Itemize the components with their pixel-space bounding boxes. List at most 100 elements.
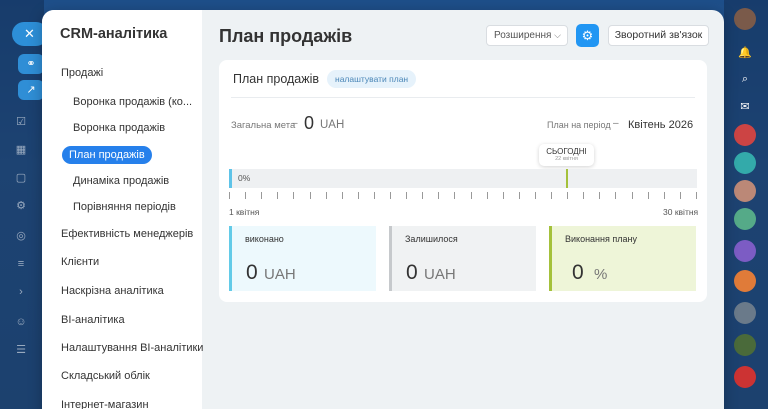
sidebar-item-manager-efficiency[interactable]: Ефективність менеджерів [61,228,193,240]
goal-value: 0 [304,113,315,133]
sidebar-item-sales[interactable]: Продажі [61,67,103,79]
day-tick [487,192,488,199]
close-icon: ✕ [24,26,35,41]
period-value[interactable]: Квітень 2026 [628,119,693,131]
day-tick [567,192,568,199]
menu-icon[interactable]: ≡ [13,256,29,272]
stat-remaining-unit: UAH [424,266,456,283]
notifications-icon[interactable]: 🔔 [734,42,756,64]
day-tick [277,192,278,199]
divider [231,97,695,98]
configure-plan-button[interactable]: налаштувати план [327,70,417,88]
today-date: 22 квітня [555,156,578,162]
sidebar-item-clients[interactable]: Клієнти [61,256,99,268]
dash: – [292,118,298,129]
settings-icon[interactable]: ⚙ [13,198,29,214]
external-link-icon[interactable]: ↗ [18,80,44,100]
crm-icon[interactable]: ◎ [13,228,29,244]
sidebar-title: CRM-аналітика [60,26,168,42]
contact-avatar[interactable] [734,124,756,146]
contact-avatar[interactable] [734,208,756,230]
feedback-button[interactable]: Зворотний зв'язок [608,25,709,46]
sidebar-item-bi-settings[interactable]: Налаштування BI-аналітики [61,342,203,354]
day-tick [632,192,633,199]
chat-icon[interactable]: ▢ [13,170,29,186]
day-tick [664,192,665,199]
settings-button[interactable]: ⚙ [576,24,599,47]
search-icon[interactable]: ⌕ [734,68,756,90]
day-ticks [229,192,697,200]
slider-panel: CRM-аналітика Продажі Воронка продажів (… [42,10,724,409]
day-tick [615,192,616,199]
sidebar: CRM-аналітика Продажі Воронка продажів (… [42,10,203,409]
link-icon[interactable]: ⚭ [18,54,44,74]
calendar-icon[interactable]: ▦ [13,142,29,158]
today-line [566,169,568,188]
stat-done-value: 0 [246,261,258,284]
goal-unit: UAH [320,119,345,131]
day-tick [454,192,455,199]
day-tick [310,192,311,199]
sidebar-item-inventory[interactable]: Складський облік [61,370,150,382]
day-tick [422,192,423,199]
sales-plan-card: План продажів налаштувати план Загальна … [219,60,707,302]
users-icon[interactable]: ☺ [13,314,29,330]
extensions-dropdown[interactable]: Розширення ⌵ [486,25,568,46]
today-label: СЬОГОДНІ [546,147,587,156]
left-app-rail: ✕ ⚭ ↗ ☑ ▦ ▢ ⚙ ◎ ≡ › ☺ ☰ [0,0,48,409]
stat-plan-value: 0 [572,261,584,284]
sidebar-item-bi[interactable]: BI-аналітика [61,314,125,326]
day-tick [599,192,600,199]
range-end-label: 30 квітня [663,207,699,217]
card-title: План продажів [233,72,320,86]
plan-progress-bar: 0% [229,169,697,188]
contact-avatar[interactable] [734,334,756,356]
messages-icon[interactable]: ✉ [734,96,756,118]
chevron-down-icon: ⌵ [554,30,561,40]
sidebar-item-end-to-end[interactable]: Наскрізна аналітика [61,285,164,297]
sidebar-item-period-comparison[interactable]: Порівняння періодів [73,201,176,213]
stat-remaining-label: Залишилося [405,234,458,244]
page-title: План продажів [219,26,353,46]
range-start-label: 1 квітня [229,207,260,217]
stat-done-unit: UAH [264,266,296,283]
day-tick [358,192,359,199]
sidebar-item-sales-funnel-short[interactable]: Воронка продажів (ко... [73,96,192,108]
tasks-icon[interactable]: ☑ [13,114,29,130]
stat-done: виконано 0 UAH [229,226,376,291]
day-tick [293,192,294,199]
stat-remaining-value: 0 [406,261,418,284]
day-tick [471,192,472,199]
day-tick [583,192,584,199]
sidebar-item-sales-dynamics[interactable]: Динаміка продажів [73,175,169,187]
day-tick [551,192,552,199]
right-rail: 🔔 ⌕ ✉ [724,0,768,409]
stat-done-label: виконано [245,234,284,244]
day-tick [696,192,697,199]
contact-avatar[interactable] [734,240,756,262]
contact-avatar[interactable] [734,302,756,324]
stat-plan-label: Виконання плану [565,234,637,244]
contact-avatar[interactable] [734,270,756,292]
user-avatar[interactable] [734,8,756,30]
day-tick [680,192,681,199]
day-tick [438,192,439,199]
period-label: План на період [547,120,611,130]
sidebar-item-sales-funnel[interactable]: Воронка продажів [73,122,165,134]
extensions-label: Розширення [494,30,552,41]
expand-icon[interactable]: › [13,284,29,300]
day-tick [261,192,262,199]
sidebar-item-sales-plan[interactable]: План продажів [62,146,152,164]
day-tick [648,192,649,199]
goal-label: Загальна мета [231,120,296,131]
day-tick [245,192,246,199]
list-icon[interactable]: ☰ [13,342,29,358]
contact-avatar[interactable] [734,366,756,388]
sidebar-item-online-store[interactable]: Інтернет-магазин [61,399,149,409]
day-tick [229,192,230,199]
contact-avatar[interactable] [734,180,756,202]
contact-avatar[interactable] [734,152,756,174]
day-tick [503,192,504,199]
stat-plan-unit: % [594,266,608,283]
gear-icon: ⚙ [581,28,594,43]
